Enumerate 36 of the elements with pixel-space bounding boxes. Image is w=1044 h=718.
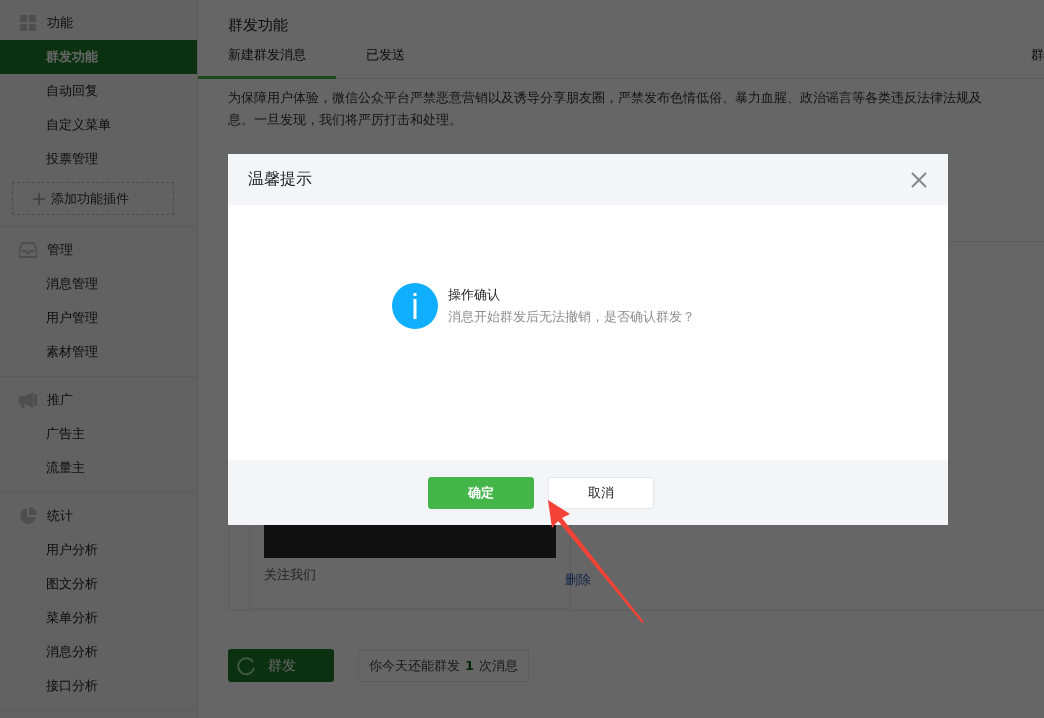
dialog-message: 消息开始群发后无法撤销，是否确认群发？: [447, 307, 695, 326]
dialog-title: 温馨提示: [248, 169, 312, 190]
section-title: 统计: [47, 507, 73, 525]
sidebar-item[interactable]: 自定义菜单: [0, 108, 197, 142]
sidebar-item[interactable]: 流量主: [0, 451, 197, 485]
info-icon: [391, 282, 438, 329]
add-plugin-button[interactable]: 添加功能插件: [12, 182, 174, 215]
sidebar-item[interactable]: 用户分析: [0, 533, 197, 567]
confirm-button[interactable]: 确定: [427, 476, 534, 509]
sidebar-item[interactable]: 消息管理: [0, 267, 197, 301]
quota-text: 你今天还能群发 1 次消息: [358, 649, 530, 682]
sidebar-item[interactable]: 用户管理: [0, 301, 197, 335]
tab[interactable]: 群: [1031, 46, 1044, 64]
dialog-heading: 操作确认: [447, 285, 501, 304]
sidebar-item[interactable]: 广告主: [0, 417, 197, 451]
cancel-button[interactable]: 取消: [547, 476, 654, 509]
sidebar-item[interactable]: 群发功能: [0, 40, 197, 74]
close-button[interactable]: [910, 170, 928, 189]
sidebar-item[interactable]: 菜单分析: [0, 601, 197, 635]
send-button[interactable]: 群发: [228, 649, 334, 682]
sidebar-item[interactable]: 投票管理: [0, 142, 197, 176]
sidebar-item[interactable]: 自动回复: [0, 74, 197, 108]
sidebar-item[interactable]: 消息分析: [0, 635, 197, 669]
section-title: 管理: [47, 241, 73, 259]
sidebar-item[interactable]: 接口分析: [0, 669, 197, 703]
sidebar-item[interactable]: 图文分析: [0, 567, 197, 601]
page-title: 群发功能: [228, 15, 289, 36]
tab[interactable]: 新建群发消息: [198, 46, 336, 79]
sidebar-item[interactable]: 素材管理: [0, 335, 197, 369]
section-title: 功能: [47, 14, 73, 32]
spinner-icon: [236, 655, 256, 676]
section-title: 推广: [47, 391, 73, 409]
article-caption: 关注我们: [264, 566, 317, 584]
plus-icon: [33, 192, 45, 205]
delete-link[interactable]: 删除: [565, 571, 591, 589]
tab[interactable]: 已发送: [336, 46, 435, 79]
